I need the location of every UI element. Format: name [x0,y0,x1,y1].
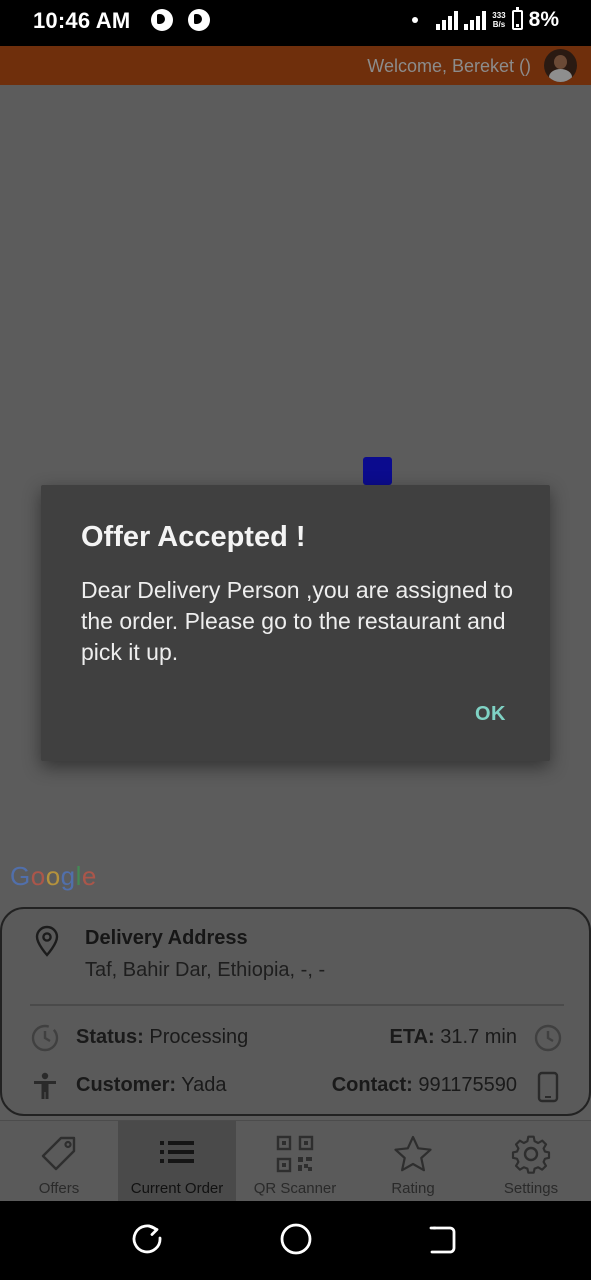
gear-icon [511,1135,551,1180]
signal-strength-icon [436,10,459,30]
customer-value: Yada [181,1074,227,1096]
person-icon [30,1071,60,1106]
status-bar: 10:46 AM 333 B/s 8% [0,0,591,46]
eta-text: ETA: 31.7 min [390,1026,517,1049]
divider [30,1004,564,1006]
tab-label: Rating [391,1180,435,1197]
bottom-navigation: Offers Current Order QR Scanner Rating S… [0,1120,591,1201]
battery-icon [511,7,523,30]
delivery-address-title: Delivery Address [85,927,248,949]
notification-dot-icon [412,17,419,23]
dialog-title: Offer Accepted ! [81,521,306,553]
status-label: Status: [76,1026,144,1048]
home-button[interactable] [279,1222,313,1261]
customer-row: Customer: Yada Contact: 991175590 [2,1071,589,1103]
qr-code-icon [276,1135,314,1178]
order-info-card: Delivery Address Taf, Bahir Dar, Ethiopi… [0,907,591,1116]
tab-qr-scanner[interactable]: QR Scanner [236,1121,354,1201]
clock-icon [30,1023,60,1058]
delivery-address-value: Taf, Bahir Dar, Ethiopia, -, - [85,959,326,981]
tab-current-order[interactable]: Current Order [118,1121,236,1201]
app-bar: Welcome, Bereket () [0,46,591,85]
google-logo: Google [10,861,97,891]
tab-label: Offers [38,1180,80,1197]
notification-app-icon [151,9,173,31]
list-icon [158,1135,196,1174]
back-button[interactable] [426,1223,458,1262]
status-row: Status: Processing ETA: 31.7 min [2,1023,589,1053]
dialog-message: Dear Delivery Person ,you are assigned t… [81,577,514,665]
ok-button[interactable]: OK [475,703,506,726]
eta-label: ETA: [389,1026,435,1048]
phone-icon[interactable] [536,1071,560,1108]
star-icon [393,1135,433,1178]
customer-label: Customer: [76,1074,177,1096]
welcome-text: Welcome, Bereket () [367,56,531,76]
contact-label: Contact: [331,1074,413,1096]
clock-icon [533,1023,563,1058]
notification-app-icon [188,9,210,31]
avatar[interactable] [544,49,577,82]
location-pin-icon [34,925,60,962]
contact-value[interactable]: 991175590 [418,1074,517,1096]
network-speed: 333 B/s [492,11,505,29]
customer-text: Customer: Yada [76,1074,226,1097]
tab-offers[interactable]: Offers [0,1121,118,1201]
tag-icon [39,1135,79,1178]
tab-label: Current Order [130,1180,224,1197]
status-value: Processing [149,1026,249,1048]
tab-rating[interactable]: Rating [354,1121,472,1201]
tab-label: QR Scanner [253,1180,337,1197]
tab-label: Settings [503,1180,559,1197]
offer-accepted-dialog: Offer Accepted ! Dear Delivery Person ,y… [41,485,550,761]
status-time: 10:46 AM [33,8,131,33]
eta-value: 31.7 min [440,1026,517,1048]
recents-button[interactable] [132,1223,164,1262]
network-speed-unit: B/s [492,20,506,29]
battery-percent: 8% [528,8,559,31]
location-marker[interactable] [363,457,392,485]
system-navigation-bar [0,1201,591,1280]
tab-settings[interactable]: Settings [472,1121,590,1201]
signal-strength-icon [464,10,487,30]
status-text: Status: Processing [76,1026,248,1049]
contact-text[interactable]: Contact: 991175590 [332,1074,517,1097]
network-speed-value: 333 [492,11,506,20]
